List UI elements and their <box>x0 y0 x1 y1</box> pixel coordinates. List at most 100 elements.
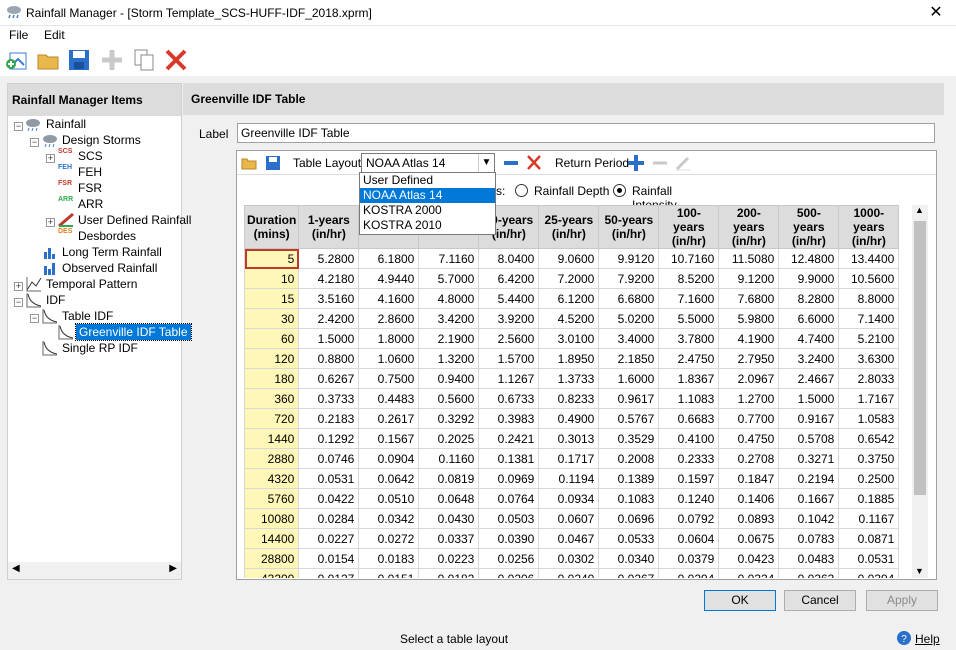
intensity-cell[interactable]: 9.9120 <box>598 248 660 269</box>
intensity-cell[interactable]: 7.2000 <box>538 268 600 289</box>
intensity-cell[interactable]: 0.2194 <box>778 468 840 489</box>
intensity-cell[interactable]: 0.0607 <box>538 508 600 529</box>
duration-cell[interactable]: 5 <box>244 248 300 269</box>
menu-file[interactable]: File <box>9 28 28 42</box>
close-icon[interactable]: ✕ <box>924 3 948 23</box>
intensity-cell[interactable]: 0.6733 <box>478 388 540 409</box>
intensity-cell[interactable]: 1.2700 <box>718 388 780 409</box>
intensity-cell[interactable]: 1.3200 <box>418 348 480 369</box>
intensity-cell[interactable]: 0.2025 <box>418 428 480 449</box>
intensity-cell[interactable]: 0.1167 <box>838 508 900 529</box>
intensity-cell[interactable]: 0.0764 <box>478 488 540 509</box>
intensity-cell[interactable]: 0.4900 <box>538 408 600 429</box>
rainfall-depth-radio[interactable] <box>515 184 528 197</box>
intensity-cell[interactable]: 10.5600 <box>838 268 900 289</box>
intensity-cell[interactable]: 0.3292 <box>418 408 480 429</box>
dropdown-option[interactable]: KOSTRA 2000 <box>360 203 495 218</box>
intensity-cell[interactable]: 7.6800 <box>718 288 780 309</box>
intensity-cell[interactable]: 10.7160 <box>658 248 720 269</box>
intensity-cell[interactable]: 5.4400 <box>478 288 540 309</box>
intensity-cell[interactable]: 1.1083 <box>658 388 720 409</box>
intensity-cell[interactable]: 3.6300 <box>838 348 900 369</box>
duration-cell[interactable]: 43200 <box>244 568 300 578</box>
intensity-cell[interactable]: 6.6000 <box>778 308 840 329</box>
intensity-cell[interactable]: 5.5000 <box>658 308 720 329</box>
intensity-cell[interactable]: 0.0256 <box>478 548 540 569</box>
intensity-cell[interactable]: 0.0154 <box>298 548 360 569</box>
intensity-cell[interactable]: 0.0893 <box>718 508 780 529</box>
tree-item-rainfall[interactable]: Rainfall <box>46 116 86 132</box>
column-header[interactable]: 500-years (in/hr) <box>778 205 840 249</box>
intensity-cell[interactable]: 12.4800 <box>778 248 840 269</box>
intensity-cell[interactable]: 0.0337 <box>418 528 480 549</box>
vertical-scrollbar[interactable]: ▲ ▼ <box>912 205 928 578</box>
intensity-cell[interactable]: 0.2708 <box>718 448 780 469</box>
intensity-cell[interactable]: 0.1381 <box>478 448 540 469</box>
intensity-cell[interactable]: 0.0422 <box>298 488 360 509</box>
open-folder-icon[interactable] <box>36 47 62 73</box>
intensity-cell[interactable]: 2.1850 <box>598 348 660 369</box>
intensity-cell[interactable]: 0.0871 <box>838 528 900 549</box>
intensity-cell[interactable]: 0.0183 <box>358 548 420 569</box>
intensity-cell[interactable]: 0.0324 <box>718 568 780 578</box>
intensity-cell[interactable]: 0.2500 <box>838 468 900 489</box>
intensity-cell[interactable]: 0.9167 <box>778 408 840 429</box>
duration-cell[interactable]: 15 <box>244 288 300 309</box>
intensity-cell[interactable]: 0.1567 <box>358 428 420 449</box>
tree-item-single-rp-idf[interactable]: Single RP IDF <box>62 340 138 356</box>
tree-item-feh[interactable]: FEH <box>78 164 102 180</box>
column-header[interactable]: 1000-years (in/hr) <box>838 205 900 249</box>
save-icon[interactable] <box>265 155 281 171</box>
intensity-cell[interactable]: 3.4200 <box>418 308 480 329</box>
intensity-cell[interactable]: 0.1885 <box>838 488 900 509</box>
intensity-cell[interactable]: 5.7000 <box>418 268 480 289</box>
intensity-cell[interactable]: 0.5708 <box>778 428 840 449</box>
intensity-cell[interactable]: 0.0267 <box>598 568 660 578</box>
intensity-cell[interactable]: 0.0284 <box>298 508 360 529</box>
intensity-cell[interactable]: 2.0967 <box>718 368 780 389</box>
intensity-cell[interactable]: 0.2008 <box>598 448 660 469</box>
intensity-cell[interactable]: 9.1200 <box>718 268 780 289</box>
intensity-cell[interactable]: 6.6800 <box>598 288 660 309</box>
intensity-cell[interactable]: 0.2183 <box>298 408 360 429</box>
intensity-cell[interactable]: 2.1900 <box>418 328 480 349</box>
scroll-left-icon[interactable]: ◀ <box>12 563 20 574</box>
tree-item-arr[interactable]: ARR <box>78 196 103 212</box>
intensity-cell[interactable]: 3.2400 <box>778 348 840 369</box>
intensity-cell[interactable]: 0.5600 <box>418 388 480 409</box>
duration-cell[interactable]: 30 <box>244 308 300 329</box>
intensity-cell[interactable]: 4.7400 <box>778 328 840 349</box>
intensity-cell[interactable]: 5.2800 <box>298 248 360 269</box>
tree-item-idf[interactable]: IDF <box>46 292 65 308</box>
intensity-cell[interactable]: 0.1292 <box>298 428 360 449</box>
intensity-cell[interactable]: 0.1406 <box>718 488 780 509</box>
intensity-cell[interactable]: 4.8000 <box>418 288 480 309</box>
copy-icon[interactable] <box>131 47 157 73</box>
scroll-up-icon[interactable]: ▲ <box>915 205 924 215</box>
intensity-cell[interactable]: 1.5000 <box>298 328 360 349</box>
collapse-toggle[interactable]: − <box>14 122 23 131</box>
intensity-cell[interactable]: 0.0696 <box>598 508 660 529</box>
intensity-cell[interactable]: 2.4667 <box>778 368 840 389</box>
horizontal-scrollbar[interactable]: ◀ ▶ <box>8 562 181 579</box>
intensity-cell[interactable]: 5.0200 <box>598 308 660 329</box>
intensity-cell[interactable]: 0.0240 <box>538 568 600 578</box>
column-header[interactable]: 1-years (in/hr) <box>298 205 360 249</box>
intensity-cell[interactable]: 0.0503 <box>478 508 540 529</box>
intensity-cell[interactable]: 1.8950 <box>538 348 600 369</box>
tree-item-long-term-rainfall[interactable]: Long Term Rainfall <box>62 244 162 260</box>
intensity-cell[interactable]: 0.6542 <box>838 428 900 449</box>
duration-cell[interactable]: 10080 <box>244 508 300 529</box>
intensity-cell[interactable]: 6.1800 <box>358 248 420 269</box>
menu-edit[interactable]: Edit <box>44 28 65 42</box>
intensity-cell[interactable]: 6.4200 <box>478 268 540 289</box>
intensity-cell[interactable]: 0.3750 <box>838 448 900 469</box>
edit-icon[interactable] <box>675 154 691 171</box>
intensity-cell[interactable]: 0.2421 <box>478 428 540 449</box>
intensity-cell[interactable]: 3.9200 <box>478 308 540 329</box>
tree-item-desbordes[interactable]: Desbordes <box>78 228 136 244</box>
intensity-cell[interactable]: 9.9000 <box>778 268 840 289</box>
intensity-cell[interactable]: 1.8367 <box>658 368 720 389</box>
intensity-cell[interactable]: 0.4750 <box>718 428 780 449</box>
tree-item-greenville-idf-table[interactable]: Greenville IDF Table <box>75 323 192 341</box>
